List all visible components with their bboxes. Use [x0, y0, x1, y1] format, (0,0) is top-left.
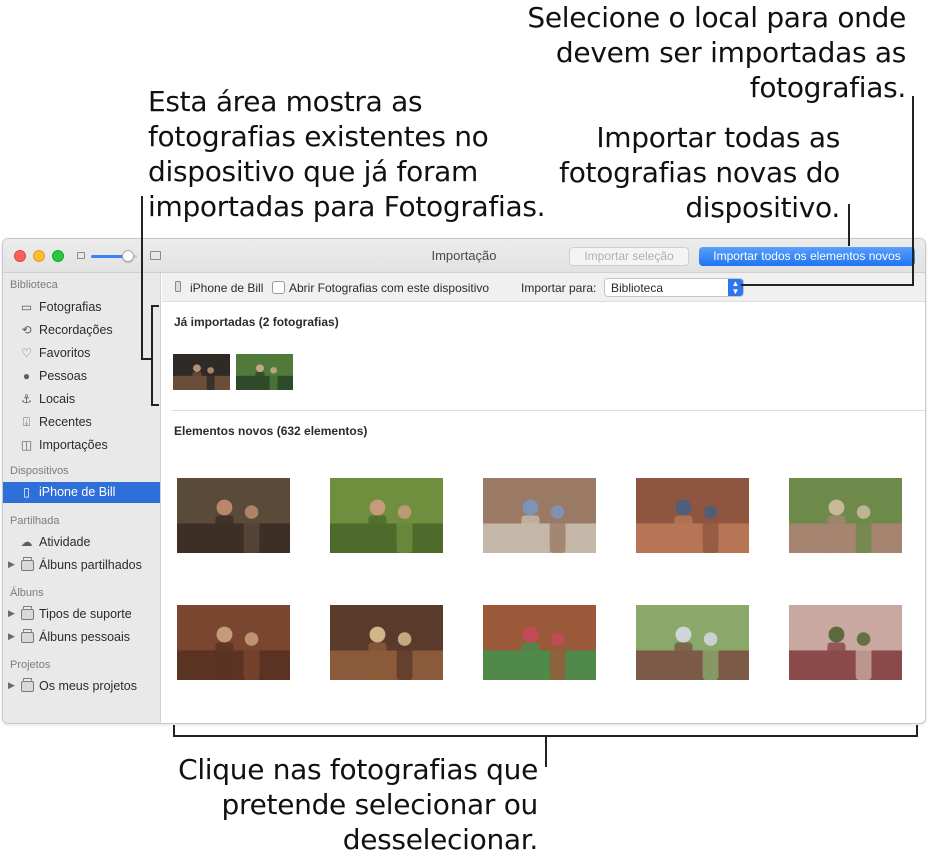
- import-toolbar: iPhone de Bill Abrir Fotografias com est…: [162, 273, 925, 302]
- imported-photo[interactable]: [236, 354, 293, 390]
- callout-existing-area: Esta área mostra as fotografias existent…: [148, 85, 546, 223]
- sidebar-item-places[interactable]: ⚓ Locais: [3, 389, 160, 410]
- album-stack-icon: [21, 629, 34, 643]
- bracket-line: [151, 404, 159, 406]
- iphone-icon: ▯: [23, 485, 30, 499]
- recent-icon: ⍗: [22, 415, 31, 429]
- bracket-line: [916, 725, 918, 737]
- import-to-label: Importar para:: [521, 281, 597, 295]
- iphone-icon: [175, 281, 181, 292]
- sidebar-item-activity[interactable]: ☁ Atividade: [3, 532, 160, 553]
- new-photo-thumbnail[interactable]: [483, 478, 596, 553]
- callout-destination: Selecione o local para onde devem ser im…: [527, 1, 906, 104]
- import-to-select[interactable]: Biblioteca ▲ ▼: [604, 278, 744, 297]
- sidebar-section-library: Biblioteca: [10, 279, 58, 291]
- imports-icon: ◫: [20, 438, 33, 452]
- leader-line: [912, 96, 914, 285]
- sidebar-item-photos[interactable]: ▭ Fotografias: [3, 297, 160, 318]
- chevron-updown-icon: ▲ ▼: [728, 279, 743, 296]
- cloud-icon: ☁: [20, 535, 33, 549]
- photos-icon: ▭: [20, 300, 33, 314]
- section-divider: [172, 410, 925, 411]
- import-content: iPhone de Bill Abrir Fotografias com est…: [162, 273, 925, 723]
- leader-line: [545, 737, 547, 767]
- new-photo-thumbnail[interactable]: [789, 478, 902, 553]
- import-all-new-button[interactable]: Importar todos os elementos novos: [699, 247, 915, 266]
- sidebar-item-favorites[interactable]: ♡ Favoritos: [3, 343, 160, 364]
- leader-line: [141, 358, 151, 360]
- sidebar-item-my-projects[interactable]: ▶ Os meus projetos: [3, 676, 160, 697]
- sidebar-item-media-types[interactable]: ▶ Tipos de suporte: [3, 604, 160, 625]
- sidebar-item-my-albums[interactable]: ▶ Álbuns pessoais: [3, 627, 160, 648]
- new-photo-thumbnail[interactable]: [330, 605, 443, 680]
- sidebar-section-projects: Projetos: [10, 659, 51, 671]
- sidebar-item-memories[interactable]: ⟲ Recordações: [3, 320, 160, 341]
- open-photos-label[interactable]: Abrir Fotografias com este dispositivo: [289, 281, 489, 295]
- new-photo-thumbnail[interactable]: [330, 478, 443, 553]
- new-photo-thumbnail[interactable]: [483, 605, 596, 680]
- disclosure-triangle-icon[interactable]: ▶: [8, 559, 15, 570]
- new-items-heading: Elementos novos (632 elementos): [174, 424, 368, 438]
- sidebar-section-shared: Partilhada: [10, 515, 60, 527]
- device-name: iPhone de Bill: [190, 281, 264, 295]
- bracket-line: [173, 725, 175, 737]
- leader-line: [848, 204, 850, 246]
- person-icon: ●: [22, 369, 31, 383]
- album-stack-icon: [21, 606, 34, 620]
- sidebar-item-shared-albums[interactable]: ▶ Álbuns partilhados: [3, 555, 160, 576]
- new-photo-thumbnail[interactable]: [636, 605, 749, 680]
- sidebar-item-iphone-de-bill[interactable]: ▯ iPhone de Bill: [3, 482, 160, 503]
- sidebar-section-albums: Álbuns: [10, 587, 44, 599]
- sidebar-item-imports[interactable]: ◫ Importações: [3, 435, 160, 456]
- import-selection-button[interactable]: Importar seleção: [569, 247, 689, 266]
- already-imported-heading: Já importadas (2 fotografias): [174, 315, 339, 329]
- leader-line: [741, 284, 914, 286]
- album-stack-icon: [21, 678, 34, 692]
- callout-click-photos: Clique nas fotografias que pretende sele…: [178, 753, 538, 856]
- sidebar-item-people[interactable]: ● Pessoas: [3, 366, 160, 387]
- memories-icon: ⟲: [21, 323, 32, 337]
- new-photo-thumbnail[interactable]: [177, 605, 290, 680]
- new-photo-thumbnail[interactable]: [177, 478, 290, 553]
- disclosure-triangle-icon[interactable]: ▶: [8, 680, 15, 691]
- sidebar: Biblioteca ▭ Fotografias ⟲ Recordações ♡…: [3, 273, 161, 723]
- pin-icon: ⚓: [21, 392, 32, 406]
- import-to-value: Biblioteca: [611, 281, 664, 295]
- album-stack-icon: [21, 557, 34, 571]
- bracket-line: [151, 305, 153, 406]
- bracket-line: [151, 305, 159, 307]
- new-photo-thumbnail[interactable]: [636, 478, 749, 553]
- disclosure-triangle-icon[interactable]: ▶: [8, 631, 15, 642]
- sidebar-section-devices: Dispositivos: [10, 465, 69, 477]
- sidebar-item-recents[interactable]: ⍗ Recentes: [3, 412, 160, 433]
- open-photos-checkbox[interactable]: [272, 281, 285, 294]
- imported-photo[interactable]: [173, 354, 230, 390]
- leader-line: [141, 196, 143, 360]
- callout-import-all: Importar todas as fotografias novas do d…: [559, 121, 840, 224]
- new-photo-thumbnail[interactable]: [789, 605, 902, 680]
- heart-icon: ♡: [21, 346, 32, 360]
- disclosure-triangle-icon[interactable]: ▶: [8, 608, 15, 619]
